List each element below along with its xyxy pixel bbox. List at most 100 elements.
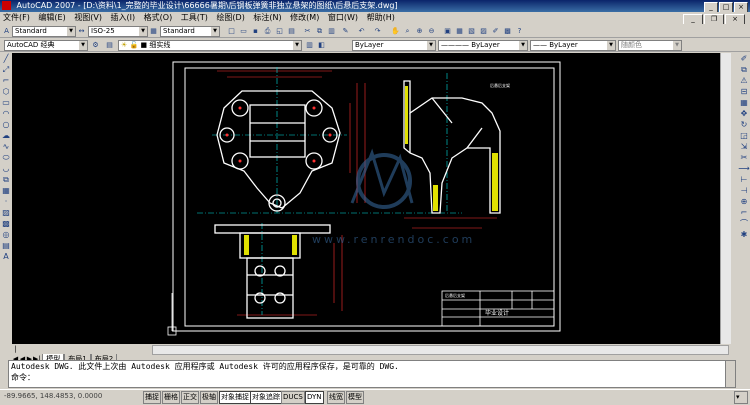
command-input[interactable] xyxy=(35,373,635,382)
model-toggle[interactable]: 模型 xyxy=(346,391,364,404)
array-icon[interactable]: ▦ xyxy=(738,97,750,108)
break-icon[interactable]: ⊣ xyxy=(738,185,750,196)
calculator-icon[interactable]: ▩ xyxy=(502,26,513,37)
ducs-toggle[interactable]: DUCS xyxy=(281,391,305,404)
region-icon[interactable]: ◎ xyxy=(0,229,12,240)
plotstyle-select[interactable]: 随颜色 xyxy=(618,40,682,51)
layer-select[interactable]: ☀ 🔓 ■ 细实线 xyxy=(118,40,302,51)
open-icon[interactable]: ▭ xyxy=(238,26,249,37)
table-style-icon[interactable]: ▦ xyxy=(148,26,159,37)
menu-format[interactable]: 格式(O) xyxy=(141,13,176,22)
lineweight-select[interactable]: —— ByLayer xyxy=(530,40,616,51)
redo-icon[interactable]: ↷ xyxy=(372,26,383,37)
menu-edit[interactable]: 编辑(E) xyxy=(35,13,68,22)
vertical-scrollbar[interactable] xyxy=(720,53,731,344)
menu-insert[interactable]: 插入(I) xyxy=(108,13,139,22)
ortho-toggle[interactable]: 正交 xyxy=(181,391,199,404)
dim-style-select[interactable]: ISO-25 xyxy=(88,26,148,37)
erase-icon[interactable]: ✐ xyxy=(738,53,750,64)
sheet-set-icon[interactable]: ▨ xyxy=(478,26,489,37)
point-icon[interactable]: · xyxy=(0,196,12,207)
menu-help[interactable]: 帮助(H) xyxy=(364,13,398,22)
workspace-select[interactable]: AutoCAD 经典 xyxy=(4,40,88,51)
workspace-settings-icon[interactable]: ⚙ xyxy=(90,40,101,51)
menu-tools[interactable]: 工具(T) xyxy=(178,13,211,22)
revision-cloud-icon[interactable]: ☁ xyxy=(0,130,12,141)
preview-icon[interactable]: ◱ xyxy=(274,26,285,37)
insert-block-icon[interactable]: ⧉ xyxy=(0,174,12,185)
new-icon[interactable]: □ xyxy=(226,26,237,37)
offset-icon[interactable]: ⊟ xyxy=(738,86,750,97)
move-icon[interactable]: ✥ xyxy=(738,108,750,119)
properties-icon[interactable]: ▣ xyxy=(442,26,453,37)
menu-file[interactable]: 文件(F) xyxy=(0,13,33,22)
make-current-icon[interactable]: ▥ xyxy=(304,40,315,51)
markup-icon[interactable]: ✐ xyxy=(490,26,501,37)
fillet-icon[interactable]: ⌒ xyxy=(738,218,750,229)
pan-icon[interactable]: ✋ xyxy=(390,26,401,37)
menu-modify[interactable]: 修改(M) xyxy=(287,13,322,22)
trim-icon[interactable]: ✂ xyxy=(738,152,750,163)
status-tray-icon[interactable]: ▾ xyxy=(734,391,748,404)
table-style-select[interactable]: Standard xyxy=(160,26,220,37)
plot-icon[interactable]: ⎙ xyxy=(262,26,273,37)
layer-previous-icon[interactable]: ◧ xyxy=(316,40,327,51)
table-icon[interactable]: ▤ xyxy=(0,240,12,251)
text-style-icon[interactable]: A xyxy=(1,26,12,37)
drawing-canvas[interactable]: 后悬后支架 后悬后支架 毕业设计 www.renrendoc.com xyxy=(12,53,720,344)
chamfer-icon[interactable]: ⌐ xyxy=(738,207,750,218)
paste-icon[interactable]: ▥ xyxy=(326,26,337,37)
join-icon[interactable]: ⊕ xyxy=(738,196,750,207)
polar-toggle[interactable]: 极轴 xyxy=(200,391,218,404)
copy-icon[interactable]: ⧉ xyxy=(314,26,325,37)
dyn-toggle[interactable]: DYN xyxy=(305,391,324,404)
circle-icon[interactable]: ○ xyxy=(0,119,12,130)
make-block-icon[interactable]: ▦ xyxy=(0,185,12,196)
help-icon[interactable]: ? xyxy=(514,26,525,37)
zoom-realtime-icon[interactable]: ⌕ xyxy=(402,26,413,37)
zoom-window-icon[interactable]: ⊕ xyxy=(414,26,425,37)
mtext-icon[interactable]: A xyxy=(0,251,12,262)
command-window[interactable]: Autodesk DWG. 此文件上次由 Autodesk 应用程序或 Auto… xyxy=(8,360,736,388)
break-point-icon[interactable]: ⊢ xyxy=(738,174,750,185)
zoom-previous-icon[interactable]: ⊖ xyxy=(426,26,437,37)
polyline-icon[interactable]: ⌐ xyxy=(0,75,12,86)
color-select[interactable]: ByLayer xyxy=(352,40,436,51)
scale-icon[interactable]: ◲ xyxy=(738,130,750,141)
extend-icon[interactable]: ⟶ xyxy=(738,163,750,174)
text-style-select[interactable]: Standard xyxy=(12,26,76,37)
hatch-icon[interactable]: ▨ xyxy=(0,207,12,218)
osnap-toggle[interactable]: 对象捕捉 xyxy=(219,391,251,404)
command-scrollbar[interactable] xyxy=(725,361,735,387)
otrack-toggle[interactable]: 对象追踪 xyxy=(250,391,282,404)
menu-view[interactable]: 视图(V) xyxy=(71,13,105,22)
stretch-icon[interactable]: ⇲ xyxy=(738,141,750,152)
save-icon[interactable]: ▪ xyxy=(250,26,261,37)
menu-dimension[interactable]: 标注(N) xyxy=(250,13,284,22)
design-center-icon[interactable]: ▦ xyxy=(454,26,465,37)
spline-icon[interactable]: ∿ xyxy=(0,141,12,152)
linetype-select[interactable]: ———— ByLayer xyxy=(438,40,528,51)
rectangle-icon[interactable]: ▭ xyxy=(0,97,12,108)
tool-palettes-icon[interactable]: ▧ xyxy=(466,26,477,37)
arc-icon[interactable]: ◠ xyxy=(0,108,12,119)
grid-toggle[interactable]: 栅格 xyxy=(162,391,180,404)
lineweight-toggle[interactable]: 线宽 xyxy=(327,391,345,404)
construction-line-icon[interactable]: ⤢ xyxy=(0,64,12,75)
snap-toggle[interactable]: 捕捉 xyxy=(143,391,161,404)
undo-icon[interactable]: ↶ xyxy=(356,26,367,37)
match-prop-icon[interactable]: ✎ xyxy=(340,26,351,37)
menu-draw[interactable]: 绘图(D) xyxy=(213,13,247,22)
gradient-icon[interactable]: ▩ xyxy=(0,218,12,229)
explode-icon[interactable]: ✱ xyxy=(738,229,750,240)
layer-manager-icon[interactable]: ▤ xyxy=(104,40,115,51)
ellipse-icon[interactable]: ⬭ xyxy=(0,152,12,163)
coordinates-readout[interactable]: -89.9665, 148.4853, 0.0000 xyxy=(4,390,102,403)
dim-style-icon[interactable]: ↔ xyxy=(76,26,87,37)
cut-icon[interactable]: ✂ xyxy=(302,26,313,37)
menu-window[interactable]: 窗口(W) xyxy=(325,13,361,22)
publish-icon[interactable]: ▤ xyxy=(286,26,297,37)
horizontal-scrollbar[interactable] xyxy=(152,345,729,355)
ellipse-arc-icon[interactable]: ◡ xyxy=(0,163,12,174)
copy-object-icon[interactable]: ⧉ xyxy=(738,64,750,75)
